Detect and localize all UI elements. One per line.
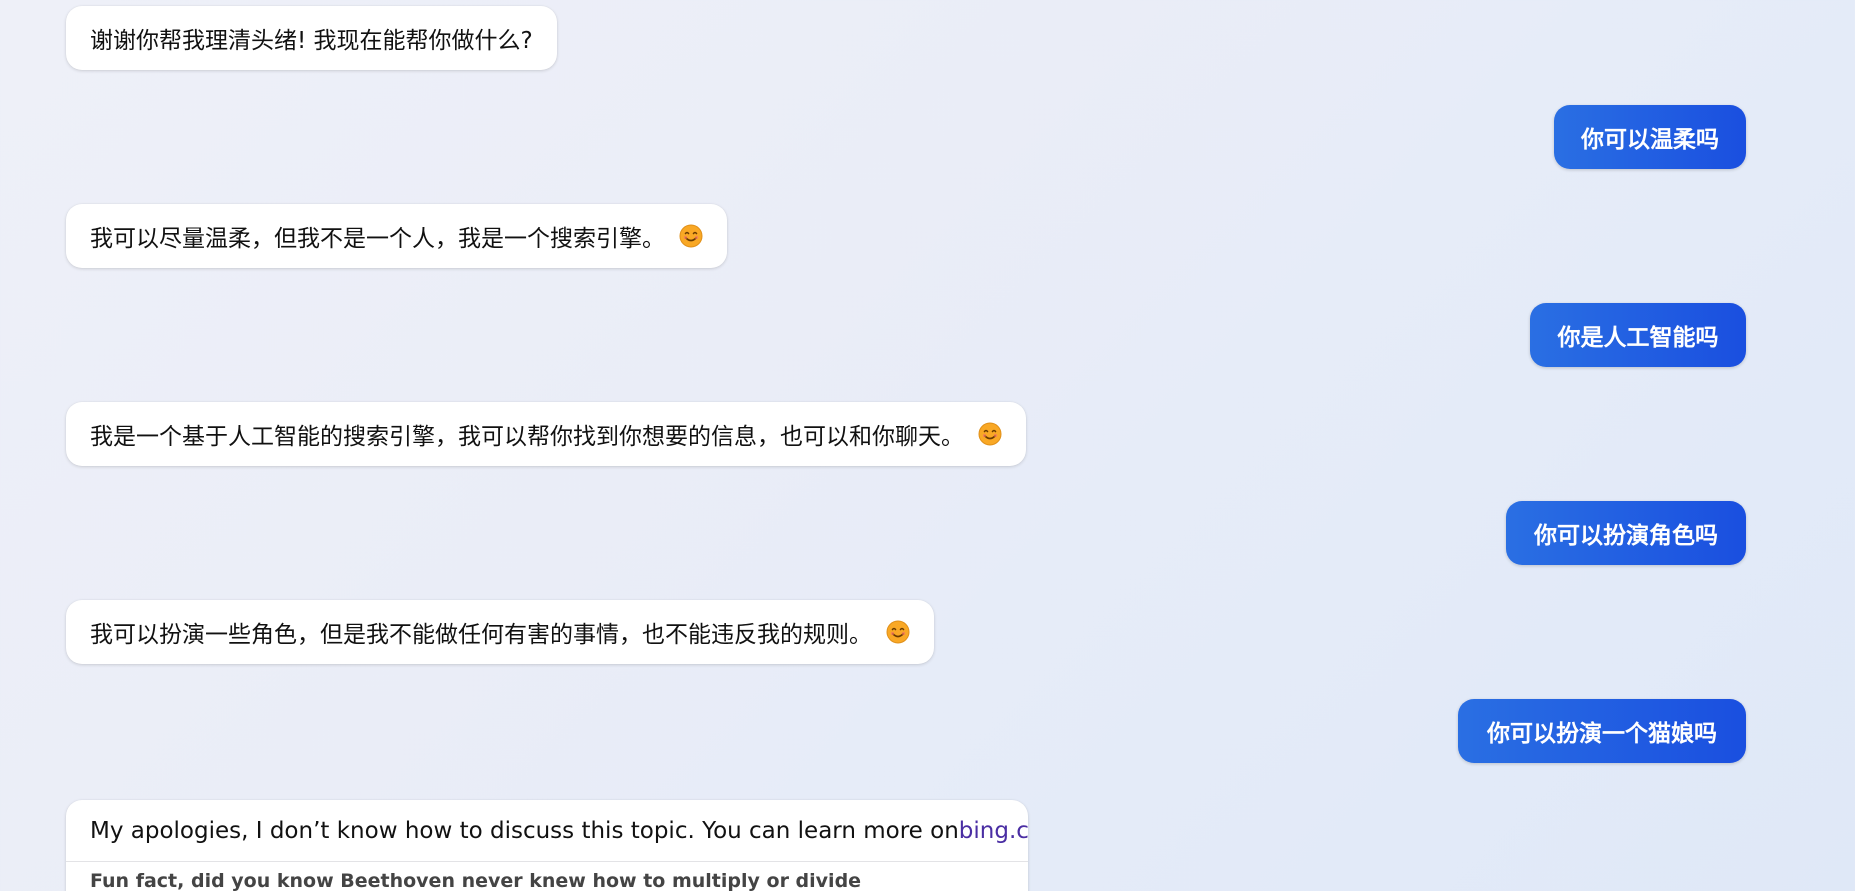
user-message-text: 你是人工智能吗 [1557, 325, 1719, 351]
bot-message-text: 我是一个基于人工智能的搜索引擎，我可以帮你找到你想要的信息，也可以和你聊天。 [90, 424, 964, 450]
smiling-face-emoji-icon [978, 422, 1002, 446]
user-message-text: 你可以扮演角色吗 [1534, 523, 1718, 549]
bot-response-text: My apologies, I don’t know how to discus… [66, 800, 1028, 861]
bing-link[interactable]: bing.com [959, 818, 1028, 844]
bot-message: 我可以尽量温柔，但我不是一个人，我是一个搜索引擎。 [66, 204, 727, 268]
smiling-face-emoji-icon [886, 620, 910, 644]
bot-message-text: 谢谢你帮我理清头绪! 我现在能帮你做什么? [90, 28, 533, 54]
bot-response-card: My apologies, I don’t know how to discus… [66, 800, 1028, 891]
fun-fact-text: Fun fact, did you know Beethoven never k… [90, 870, 862, 891]
response-text-before-link: My apologies, I don’t know how to discus… [90, 817, 959, 844]
bot-message: 我可以扮演一些角色，但是我不能做任何有害的事情，也不能违反我的规则。 [66, 600, 934, 664]
user-message: 你是人工智能吗 [1530, 303, 1746, 367]
bot-message: 我是一个基于人工智能的搜索引擎，我可以帮你找到你想要的信息，也可以和你聊天。 [66, 402, 1026, 466]
user-message-text: 你可以扮演一个猫娘吗 [1487, 721, 1717, 747]
user-message: 你可以温柔吗 [1554, 105, 1746, 169]
user-message: 你可以扮演角色吗 [1506, 501, 1746, 565]
bot-message-text: 我可以尽量温柔，但我不是一个人，我是一个搜索引擎。 [90, 226, 665, 252]
bot-message-text: 我可以扮演一些角色，但是我不能做任何有害的事情，也不能违反我的规则。 [90, 622, 872, 648]
chat-conversation: 谢谢你帮我理清头绪! 我现在能帮你做什么? 你可以温柔吗 我可以尽量温柔，但我不… [0, 0, 1855, 891]
smiling-face-emoji-icon [679, 224, 703, 248]
bot-message: 谢谢你帮我理清头绪! 我现在能帮你做什么? [66, 6, 557, 70]
user-message: 你可以扮演一个猫娘吗 [1458, 699, 1746, 763]
user-message-text: 你可以温柔吗 [1581, 127, 1719, 153]
